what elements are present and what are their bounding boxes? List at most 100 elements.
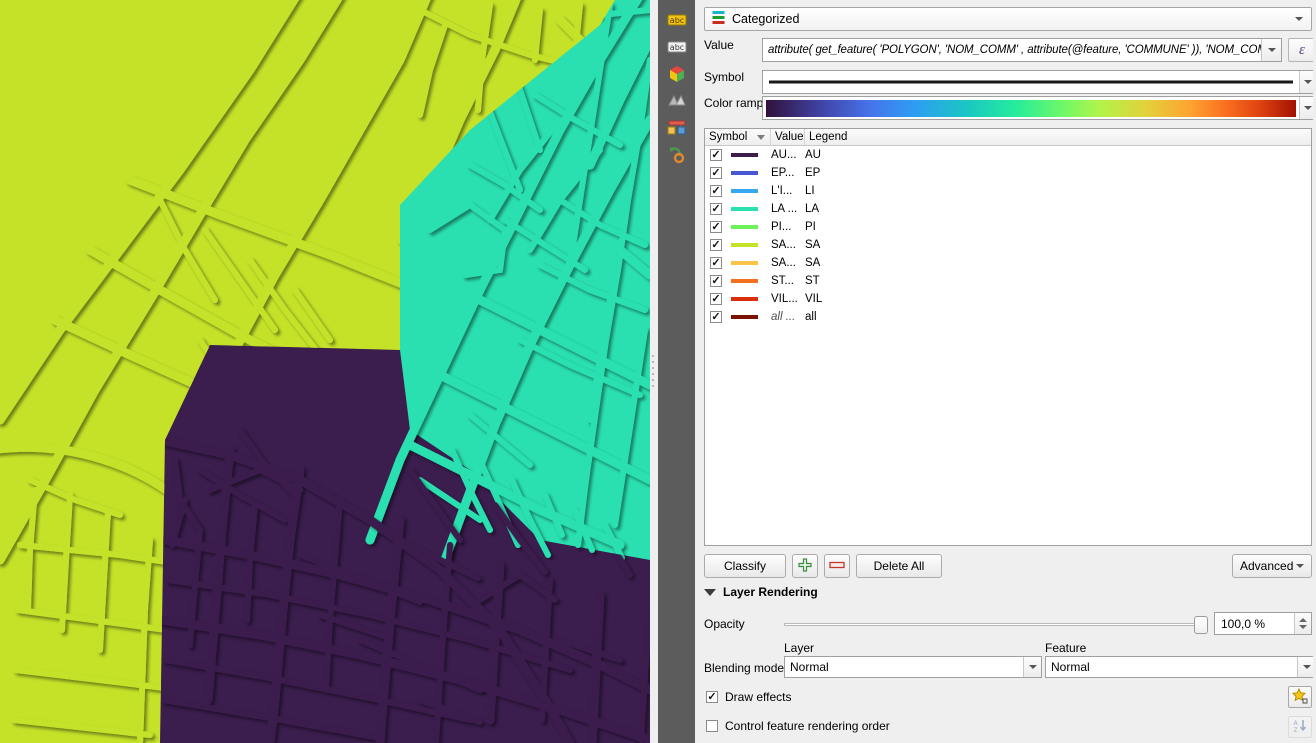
- draw-effects-checkbox[interactable]: ✓: [706, 691, 718, 703]
- feature-blending-combo[interactable]: Normal: [1045, 656, 1316, 678]
- toolbar-item-3dview[interactable]: [658, 62, 695, 89]
- row-visibility-checkbox[interactable]: ✓: [705, 239, 727, 251]
- toolbar-item-joins[interactable]: [658, 116, 695, 143]
- layer-properties-toolbar[interactable]: abc abc: [658, 0, 695, 743]
- categories-table[interactable]: Symbol Value Legend ✓ AU... AU ✓ EP... EP ✓ L'I…: [704, 128, 1312, 546]
- map-canvas[interactable]: [0, 0, 650, 743]
- row-symbol-preview[interactable]: [727, 297, 771, 301]
- table-row[interactable]: ✓ SA... SA: [705, 254, 1311, 272]
- value-dropdown-arrow[interactable]: [1261, 39, 1281, 61]
- column-header-legend[interactable]: Legend: [805, 129, 1311, 145]
- table-row[interactable]: ✓ ST... ST: [705, 272, 1311, 290]
- row-legend-cell[interactable]: AU: [805, 149, 1311, 161]
- draw-effects-row[interactable]: ✓ Draw effects: [706, 690, 791, 704]
- row-value-cell[interactable]: AU...: [771, 149, 805, 161]
- opacity-spinbox[interactable]: 100,0 %: [1214, 612, 1312, 635]
- row-symbol-preview[interactable]: [727, 279, 771, 283]
- toolbar-item-labels[interactable]: abc: [658, 8, 695, 35]
- labels-abc-icon: abc: [667, 12, 687, 31]
- row-legend-cell[interactable]: LA: [805, 203, 1311, 215]
- row-value-cell[interactable]: SA...: [771, 239, 805, 251]
- row-symbol-preview[interactable]: [727, 225, 771, 229]
- symbol-line-preview: [769, 71, 1293, 93]
- chevron-down-icon[interactable]: [1295, 17, 1303, 21]
- row-symbol-preview[interactable]: [727, 315, 771, 319]
- layer-blend-label: Layer: [784, 641, 815, 655]
- row-symbol-preview[interactable]: [727, 261, 771, 265]
- row-legend-cell[interactable]: all: [805, 311, 1311, 323]
- row-visibility-checkbox[interactable]: ✓: [705, 185, 727, 197]
- color-ramp-selector[interactable]: [762, 96, 1316, 120]
- row-value-cell[interactable]: PI...: [771, 221, 805, 233]
- row-visibility-checkbox[interactable]: ✓: [705, 167, 727, 179]
- row-legend-cell[interactable]: EP: [805, 167, 1311, 179]
- toolbar-item-masks[interactable]: abc: [658, 35, 695, 62]
- row-symbol-preview[interactable]: [727, 207, 771, 211]
- row-value-cell[interactable]: L'I...: [771, 185, 805, 197]
- row-symbol-preview[interactable]: [727, 153, 771, 157]
- row-legend-cell[interactable]: LI: [805, 185, 1311, 197]
- table-row[interactable]: ✓ AU... AU: [705, 146, 1311, 164]
- row-value-cell[interactable]: ST...: [771, 275, 805, 287]
- row-visibility-checkbox[interactable]: ✓: [705, 149, 727, 161]
- delete-all-button[interactable]: Delete All: [856, 554, 942, 578]
- collapse-triangle-icon[interactable]: [704, 588, 716, 596]
- opacity-slider-handle[interactable]: [1194, 616, 1208, 634]
- toolbar-item-diagrams[interactable]: [658, 89, 695, 116]
- row-symbol-preview[interactable]: [727, 189, 771, 193]
- row-value-cell[interactable]: all ...: [771, 311, 805, 323]
- row-visibility-checkbox[interactable]: ✓: [705, 203, 727, 215]
- row-visibility-checkbox[interactable]: ✓: [705, 293, 727, 305]
- color-ramp-preview: [766, 99, 1296, 117]
- row-legend-cell[interactable]: VIL: [805, 293, 1311, 305]
- row-visibility-checkbox[interactable]: ✓: [705, 311, 727, 323]
- classify-button[interactable]: Classify: [704, 554, 786, 578]
- opacity-slider-track[interactable]: [784, 623, 1206, 626]
- row-legend-cell[interactable]: ST: [805, 275, 1311, 287]
- table-row[interactable]: ✓ LA ... LA: [705, 200, 1311, 218]
- row-value-cell[interactable]: LA ...: [771, 203, 805, 215]
- opacity-spin-arrows[interactable]: [1294, 613, 1311, 634]
- row-visibility-checkbox[interactable]: ✓: [705, 221, 727, 233]
- remove-category-button[interactable]: [824, 554, 850, 578]
- feature-order-settings-button[interactable]: A Z: [1288, 716, 1312, 738]
- row-legend-cell[interactable]: PI: [805, 221, 1311, 233]
- layer-blending-arrow[interactable]: [1023, 657, 1041, 677]
- table-row[interactable]: ✓ VIL... VIL: [705, 290, 1311, 308]
- table-row[interactable]: ✓ all ... all: [705, 308, 1311, 326]
- spin-down-icon[interactable]: [1299, 625, 1307, 629]
- layer-rendering-section-header[interactable]: Layer Rendering: [704, 585, 818, 599]
- row-symbol-preview[interactable]: [727, 243, 771, 247]
- table-row[interactable]: ✓ EP... EP: [705, 164, 1311, 182]
- row-visibility-checkbox[interactable]: ✓: [705, 257, 727, 269]
- row-value-cell[interactable]: SA...: [771, 257, 805, 269]
- table-row[interactable]: ✓ SA... SA: [705, 236, 1311, 254]
- checkbox-icon: ✓: [710, 220, 722, 233]
- advanced-button[interactable]: Advanced: [1232, 554, 1312, 578]
- row-legend-cell[interactable]: SA: [805, 257, 1311, 269]
- control-order-row[interactable]: Control feature rendering order: [706, 719, 890, 733]
- control-order-checkbox[interactable]: [706, 720, 718, 732]
- blending-mode-row: Blending mode Normal Normal: [704, 656, 1316, 680]
- row-value-cell[interactable]: EP...: [771, 167, 805, 179]
- layer-blending-combo[interactable]: Normal: [784, 656, 1042, 678]
- table-row[interactable]: ✓ PI... PI: [705, 218, 1311, 236]
- symbol-selector[interactable]: [762, 70, 1316, 94]
- advanced-button-label: Advanced: [1240, 559, 1294, 573]
- panel-splitter[interactable]: [650, 0, 658, 743]
- table-row[interactable]: ✓ L'I... LI: [705, 182, 1311, 200]
- add-category-button[interactable]: [792, 554, 818, 578]
- renderer-type-combo[interactable]: Categorized: [704, 7, 1312, 31]
- column-header-symbol[interactable]: Symbol: [705, 129, 771, 145]
- expression-builder-button[interactable]: ε: [1288, 38, 1316, 62]
- draw-effects-settings-button[interactable]: [1288, 686, 1312, 708]
- row-visibility-checkbox[interactable]: ✓: [705, 275, 727, 287]
- row-symbol-preview[interactable]: [727, 171, 771, 175]
- row-value-cell[interactable]: VIL...: [771, 293, 805, 305]
- toolbar-item-actions[interactable]: [658, 143, 695, 170]
- sort-indicator-icon: [757, 135, 765, 140]
- column-header-value[interactable]: Value: [771, 129, 805, 145]
- value-expression-combo[interactable]: attribute( get_feature( 'POLYGON', 'NOM_…: [762, 38, 1282, 62]
- spin-up-icon[interactable]: [1299, 618, 1307, 622]
- row-legend-cell[interactable]: SA: [805, 239, 1311, 251]
